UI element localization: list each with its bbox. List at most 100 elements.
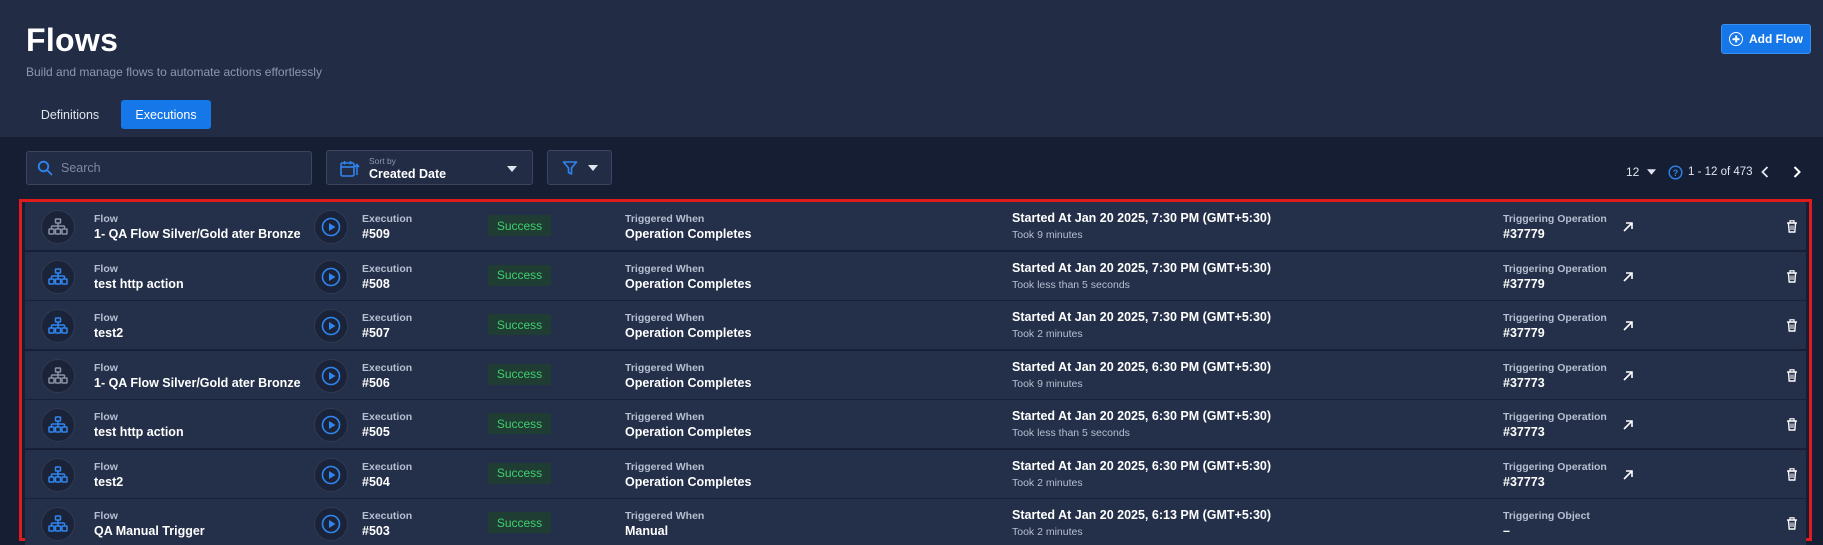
flow-name[interactable]: test2 (94, 475, 123, 489)
triggered-when-label: Triggered When (625, 460, 705, 473)
duration: Took 2 minutes (1012, 328, 1083, 340)
trash-icon[interactable] (1786, 319, 1798, 337)
execution-label: Execution (362, 361, 413, 374)
flow-label: Flow (94, 361, 118, 374)
flow-label: Flow (94, 312, 118, 324)
play-circle-icon[interactable] (314, 457, 348, 492)
trash-icon[interactable] (1786, 418, 1798, 436)
triggering-label: Triggering Operation (1503, 312, 1607, 324)
search-input[interactable] (61, 161, 291, 175)
table-row[interactable]: Flow 1- QA Flow Silver/Gold ater Bronze … (25, 202, 1806, 251)
execution-id: #509 (362, 227, 390, 241)
page-subtitle: Build and manage flows to automate actio… (26, 65, 322, 79)
table-row[interactable]: Flow test2 Execution #504 Success Trigge… (25, 449, 1806, 499)
execution-id: #506 (362, 375, 390, 390)
filter-icon (562, 160, 577, 175)
pagination-range: 1 - 12 of 473 (1688, 166, 1753, 178)
play-circle-icon[interactable] (314, 408, 348, 442)
external-link-icon[interactable] (1622, 468, 1634, 486)
started-at: Started At Jan 20 2025, 7:30 PM (GMT+5:3… (1012, 260, 1272, 275)
chevron-right-icon[interactable] (1793, 163, 1801, 181)
trigger-value: Operation Completes (625, 425, 752, 439)
table-row[interactable]: Flow test2 Execution #507 Success Trigge… (25, 301, 1806, 350)
play-circle-icon[interactable] (314, 309, 348, 343)
flow-name[interactable]: QA Manual Trigger (94, 524, 205, 538)
table-row[interactable]: Flow 1- QA Flow Silver/Gold ater Bronze … (25, 350, 1806, 400)
status-badge: Success (488, 264, 551, 286)
trash-icon[interactable] (1786, 368, 1798, 387)
tab-executions[interactable]: Executions (121, 100, 211, 129)
flow-name[interactable]: test http action (94, 277, 184, 291)
trigger-value: Manual (625, 524, 669, 538)
play-circle-icon[interactable] (314, 210, 348, 244)
trigger-value: Operation Completes (625, 375, 752, 390)
execution-label: Execution (362, 460, 413, 473)
duration: Took 9 minutes (1012, 377, 1083, 390)
help-icon[interactable]: ? (1668, 163, 1683, 181)
trigger-value: Operation Completes (625, 326, 752, 340)
triggered-when-label: Triggered When (625, 510, 705, 522)
flow-label: Flow (94, 510, 118, 522)
external-link-icon[interactable] (1622, 418, 1634, 436)
play-circle-icon[interactable] (314, 358, 348, 393)
trash-icon[interactable] (1786, 220, 1798, 238)
per-page-select[interactable]: 12 (1626, 163, 1657, 181)
calendar-sort-icon (340, 161, 360, 177)
triggering-label: Triggering Operation (1503, 411, 1607, 423)
status-badge: Success (488, 314, 551, 335)
page-title: Flows (26, 22, 119, 58)
flow-name[interactable]: 1- QA Flow Silver/Gold ater Bronze (94, 376, 301, 390)
trash-icon[interactable] (1786, 269, 1798, 288)
trash-icon[interactable] (1786, 517, 1798, 535)
filter-button[interactable] (547, 150, 612, 185)
external-link-icon[interactable] (1622, 319, 1634, 337)
tab-definitions[interactable]: Definitions (27, 100, 113, 129)
execution-label: Execution (362, 262, 413, 275)
table-row[interactable]: Flow QA Manual Trigger Execution #503 Su… (25, 499, 1806, 545)
plus-circle-icon (1729, 32, 1743, 46)
flow-name[interactable]: test http action (94, 425, 184, 439)
flow-icon-blue (41, 457, 75, 492)
triggering-value: #37773 (1503, 375, 1545, 390)
chevron-down-icon (587, 164, 598, 171)
search-box[interactable] (26, 151, 312, 185)
external-link-icon[interactable] (1622, 369, 1634, 387)
triggering-value: – (1503, 524, 1510, 538)
triggered-when-label: Triggered When (625, 262, 705, 275)
triggered-when-label: Triggered When (625, 312, 705, 324)
flow-name[interactable]: 1- QA Flow Silver/Gold ater Bronze (94, 227, 301, 241)
play-circle-icon[interactable] (314, 259, 348, 294)
execution-label: Execution (362, 213, 413, 225)
table-row[interactable]: Flow test http action Execution #505 Suc… (25, 400, 1806, 449)
triggered-when-label: Triggered When (625, 213, 705, 225)
started-at: Started At Jan 20 2025, 6:30 PM (GMT+5:3… (1012, 359, 1272, 374)
sort-value: Created Date (369, 167, 447, 181)
started-at: Started At Jan 20 2025, 6:30 PM (GMT+5:3… (1012, 458, 1272, 473)
executions-table: Flow 1- QA Flow Silver/Gold ater Bronze … (19, 199, 1812, 545)
trigger-value: Operation Completes (625, 227, 752, 241)
sort-by-label: Sort by (369, 156, 396, 166)
external-link-icon[interactable] (1622, 220, 1634, 238)
flow-label: Flow (94, 262, 118, 275)
status-badge: Success (488, 363, 551, 385)
sort-dropdown[interactable]: Sort by Created Date (326, 150, 533, 185)
triggering-label: Triggering Operation (1503, 213, 1607, 225)
flow-name[interactable]: test2 (94, 326, 123, 340)
triggering-label: Triggering Operation (1503, 361, 1607, 374)
execution-id: #507 (362, 326, 390, 340)
search-icon (37, 160, 53, 176)
external-link-icon[interactable] (1622, 270, 1634, 288)
status-badge: Success (488, 462, 551, 484)
duration: Took 2 minutes (1012, 476, 1083, 489)
add-flow-button[interactable]: Add Flow (1721, 24, 1811, 54)
svg-text:?: ? (1673, 168, 1679, 178)
execution-id: #504 (362, 474, 390, 489)
duration: Took 9 minutes (1012, 229, 1083, 241)
chevron-left-icon[interactable] (1761, 163, 1769, 181)
play-circle-icon[interactable] (314, 507, 348, 541)
table-row[interactable]: Flow test http action Execution #508 Suc… (25, 251, 1806, 301)
trash-icon[interactable] (1786, 467, 1798, 486)
started-at: Started At Jan 20 2025, 6:13 PM (GMT+5:3… (1012, 508, 1272, 522)
triggering-value: #37773 (1503, 474, 1545, 489)
started-at: Started At Jan 20 2025, 6:30 PM (GMT+5:3… (1012, 409, 1272, 423)
